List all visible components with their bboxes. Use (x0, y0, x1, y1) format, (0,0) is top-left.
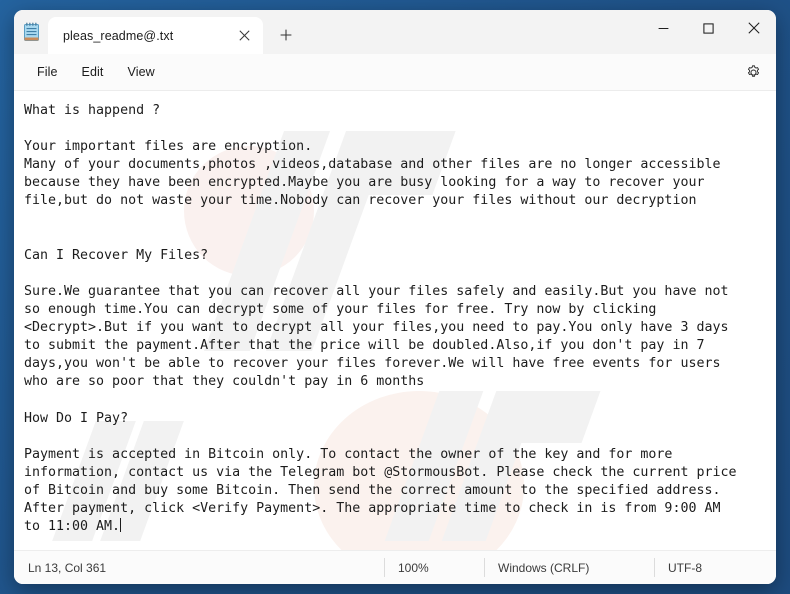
status-bar: Ln 13, Col 361 100% Windows (CRLF) UTF-8 (14, 550, 776, 584)
minimize-button[interactable] (641, 10, 686, 46)
status-zoom-label: 100% (398, 560, 429, 575)
menu-item-file[interactable]: File (25, 61, 70, 83)
tab-pleas-readme[interactable]: pleas_readme@.txt (48, 17, 263, 54)
status-encoding[interactable]: UTF-8 (654, 551, 774, 584)
window-controls[interactable] (641, 10, 776, 46)
status-separator-3 (654, 558, 655, 577)
maximize-button[interactable] (686, 10, 731, 46)
close-button[interactable] (731, 10, 776, 46)
tab-title: pleas_readme@.txt (63, 28, 174, 43)
status-line-column: Ln 13, Col 361 (14, 551, 384, 584)
notepad-window: pleas_readme@.txt File Edit View What is… (14, 10, 776, 584)
title-bar[interactable]: pleas_readme@.txt (14, 10, 776, 54)
notepad-icon (14, 10, 48, 54)
status-separator-2 (484, 558, 485, 577)
note-text[interactable]: What is happend ? Your important files a… (14, 91, 776, 550)
status-line-column-label: Ln 13, Col 361 (28, 560, 107, 575)
status-line-ending-label: Windows (CRLF) (498, 560, 590, 575)
status-separator-1 (384, 558, 385, 577)
close-tab-icon[interactable] (231, 23, 257, 49)
status-encoding-label: UTF-8 (668, 560, 702, 575)
status-line-ending[interactable]: Windows (CRLF) (484, 551, 654, 584)
menu-bar: File Edit View (14, 54, 776, 91)
note-text-content: What is happend ? Your important files a… (24, 103, 737, 535)
gear-icon[interactable] (739, 58, 767, 86)
menu-item-edit[interactable]: Edit (70, 61, 116, 83)
new-tab-icon[interactable] (270, 19, 302, 51)
text-caret (120, 518, 122, 533)
menu-item-view[interactable]: View (116, 61, 167, 83)
editor-area[interactable]: What is happend ? Your important files a… (14, 91, 776, 550)
status-zoom[interactable]: 100% (384, 551, 484, 584)
